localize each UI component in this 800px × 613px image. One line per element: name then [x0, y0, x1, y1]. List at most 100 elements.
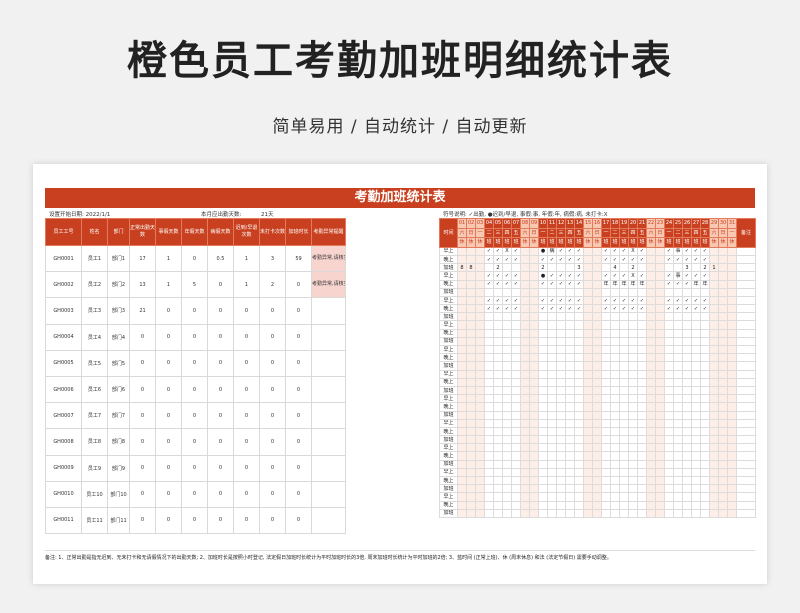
- attendance-cell[interactable]: [592, 361, 602, 371]
- attendance-cell[interactable]: [457, 484, 467, 494]
- attendance-cell[interactable]: [682, 320, 692, 330]
- attendance-cell[interactable]: [718, 377, 728, 387]
- attendance-cell[interactable]: ✓: [601, 295, 611, 306]
- attendance-cell[interactable]: 4: [610, 263, 620, 273]
- attendance-cell[interactable]: [538, 451, 548, 461]
- attendance-cell[interactable]: [556, 443, 566, 453]
- attendance-cell[interactable]: [700, 459, 710, 469]
- cell-id[interactable]: GH0002: [45, 271, 82, 299]
- attendance-cell[interactable]: [457, 369, 467, 379]
- attendance-cell[interactable]: ✓: [619, 246, 629, 256]
- attendance-cell[interactable]: [628, 287, 638, 297]
- attendance-cell[interactable]: [646, 254, 656, 265]
- attendance-cell[interactable]: [502, 451, 512, 461]
- attendance-cell[interactable]: [691, 385, 701, 396]
- attendance-cell[interactable]: [466, 287, 476, 297]
- attendance-cell[interactable]: [655, 336, 665, 347]
- attendance-cell[interactable]: ✓: [637, 271, 647, 281]
- attendance-cell[interactable]: [637, 287, 647, 297]
- attendance-cell[interactable]: [565, 418, 575, 428]
- attendance-cell[interactable]: [709, 451, 719, 461]
- attendance-cell[interactable]: ✓: [682, 295, 692, 306]
- attendance-cell[interactable]: [556, 328, 566, 338]
- attendance-remark-cell[interactable]: [736, 500, 756, 510]
- attendance-cell[interactable]: [493, 426, 503, 437]
- attendance-cell[interactable]: [592, 336, 602, 347]
- attendance-cell[interactable]: [691, 312, 701, 322]
- attendance-cell[interactable]: [691, 369, 701, 379]
- attendance-cell[interactable]: [493, 377, 503, 387]
- cell-ot[interactable]: 0: [285, 506, 312, 535]
- attendance-cell[interactable]: [691, 410, 701, 420]
- attendance-cell[interactable]: [727, 410, 737, 420]
- attendance-cell[interactable]: [637, 459, 647, 469]
- attendance-cell[interactable]: [538, 418, 548, 428]
- attendance-cell[interactable]: [619, 361, 629, 371]
- attendance-cell[interactable]: ✓: [610, 254, 620, 265]
- attendance-cell[interactable]: [583, 451, 593, 461]
- attendance-cell[interactable]: [709, 345, 719, 355]
- attendance-cell[interactable]: [601, 320, 611, 330]
- attendance-cell[interactable]: [520, 353, 530, 363]
- attendance-cell[interactable]: ✓: [484, 254, 494, 265]
- attendance-cell[interactable]: [466, 426, 476, 437]
- attendance-cell[interactable]: [466, 312, 476, 322]
- attendance-cell[interactable]: [574, 500, 584, 510]
- attendance-cell[interactable]: [619, 508, 629, 518]
- attendance-cell[interactable]: [484, 492, 494, 502]
- cell-dept[interactable]: 部门8: [107, 428, 130, 456]
- attendance-cell[interactable]: [484, 361, 494, 371]
- attendance-cell[interactable]: ✓: [565, 271, 575, 281]
- attendance-cell[interactable]: [556, 394, 566, 404]
- attendance-cell[interactable]: [466, 435, 476, 445]
- attendance-cell[interactable]: [700, 328, 710, 338]
- attendance-cell[interactable]: [619, 476, 629, 486]
- attendance-cell[interactable]: [565, 484, 575, 494]
- attendance-cell[interactable]: [511, 345, 521, 355]
- attendance-cell[interactable]: ✓: [637, 254, 647, 265]
- attendance-cell[interactable]: [700, 394, 710, 404]
- attendance-remark-cell[interactable]: [736, 426, 756, 437]
- attendance-cell[interactable]: 2: [628, 263, 638, 273]
- attendance-cell[interactable]: [646, 459, 656, 469]
- attendance-cell[interactable]: [619, 263, 629, 273]
- attendance-cell[interactable]: [538, 467, 548, 478]
- attendance-cell[interactable]: [529, 410, 539, 420]
- attendance-remark-cell[interactable]: [736, 508, 756, 518]
- attendance-cell[interactable]: ✓: [484, 271, 494, 281]
- cell-personal[interactable]: 0: [155, 349, 182, 377]
- attendance-cell[interactable]: [682, 361, 692, 371]
- attendance-cell[interactable]: [664, 377, 674, 387]
- attendance-cell[interactable]: [574, 467, 584, 478]
- attendance-cell[interactable]: [646, 304, 656, 314]
- attendance-cell[interactable]: [637, 377, 647, 387]
- attendance-remark-cell[interactable]: [736, 476, 756, 486]
- attendance-cell[interactable]: [538, 435, 548, 445]
- attendance-cell[interactable]: [655, 467, 665, 478]
- attendance-cell[interactable]: [520, 320, 530, 330]
- attendance-cell[interactable]: [610, 500, 620, 510]
- attendance-remark-cell[interactable]: [736, 279, 756, 289]
- attendance-cell[interactable]: [529, 361, 539, 371]
- attendance-cell[interactable]: [493, 369, 503, 379]
- attendance-cell[interactable]: [682, 410, 692, 420]
- attendance-cell[interactable]: [466, 394, 476, 404]
- cell-remark[interactable]: [311, 506, 346, 535]
- attendance-cell[interactable]: [637, 435, 647, 445]
- cell-dept[interactable]: 部门3: [107, 297, 130, 325]
- attendance-cell[interactable]: [718, 320, 728, 330]
- attendance-cell[interactable]: [718, 410, 728, 420]
- attendance-cell[interactable]: ✓: [511, 304, 521, 314]
- attendance-cell[interactable]: [574, 394, 584, 404]
- attendance-cell[interactable]: [727, 312, 737, 322]
- attendance-cell[interactable]: [520, 295, 530, 306]
- cell-missed[interactable]: 0: [259, 480, 286, 508]
- attendance-cell[interactable]: [655, 508, 665, 518]
- attendance-cell[interactable]: ✓: [610, 295, 620, 306]
- attendance-cell[interactable]: [592, 345, 602, 355]
- attendance-cell[interactable]: [637, 320, 647, 330]
- attendance-cell[interactable]: [574, 484, 584, 494]
- attendance-cell[interactable]: ✓: [628, 304, 638, 314]
- attendance-cell[interactable]: [592, 435, 602, 445]
- attendance-cell[interactable]: [565, 426, 575, 437]
